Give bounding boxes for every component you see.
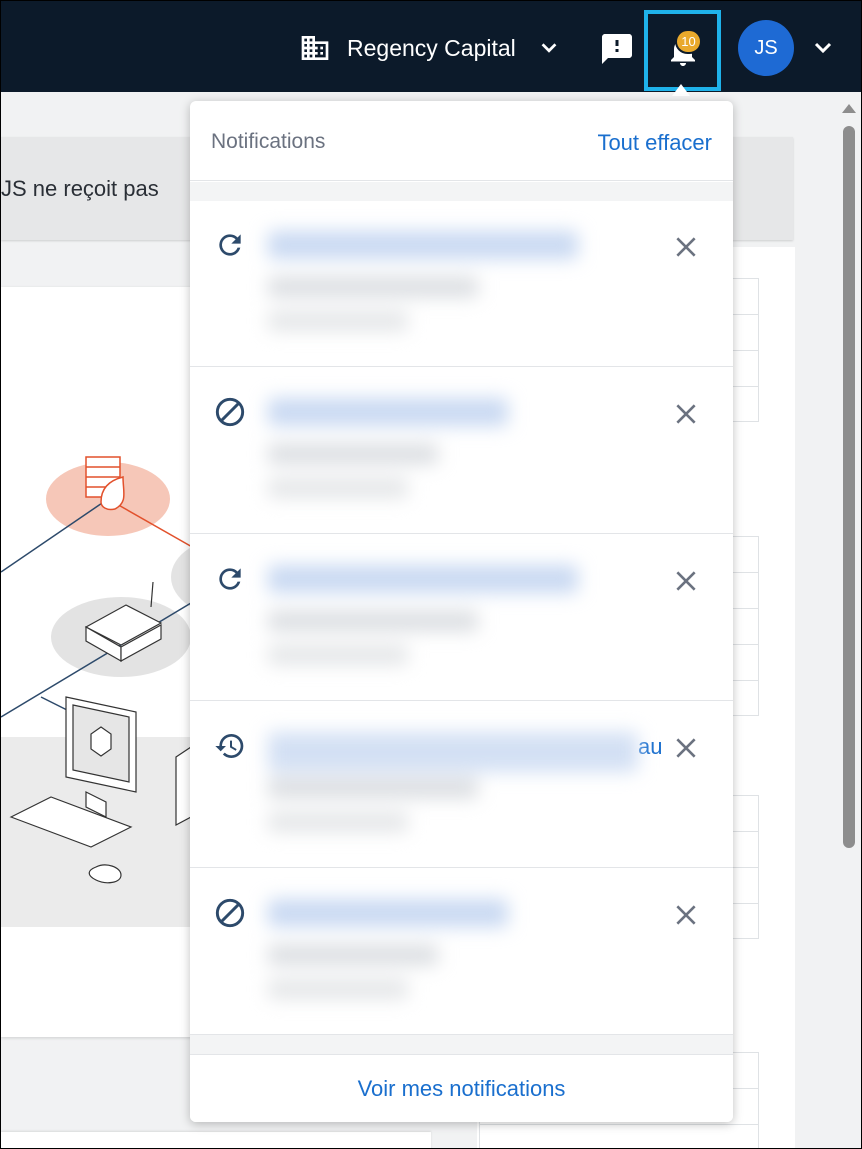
blurred-notification-text [250, 535, 610, 700]
feedback-icon[interactable] [599, 31, 635, 67]
blurred-notification-text [250, 368, 610, 533]
close-icon[interactable] [673, 401, 699, 427]
scrollbar-thumb[interactable] [843, 126, 855, 848]
notification-item[interactable] [190, 535, 733, 701]
blurred-notification-text [250, 702, 640, 867]
top-navigation-bar: Regency Capital 10 JS [1, 1, 861, 92]
refresh-icon [219, 234, 241, 256]
app-window: Regency Capital 10 JS JS ne reçoit pas N… [1, 1, 861, 1148]
account-chevron-down-icon[interactable] [811, 36, 835, 60]
user-avatar[interactable]: JS [738, 20, 794, 76]
clear-all-link[interactable]: Tout effacer [597, 130, 712, 156]
panel-header: Notifications Tout effacer [190, 101, 733, 181]
close-icon[interactable] [673, 234, 699, 260]
close-icon[interactable] [673, 902, 699, 928]
view-all-notifications-link[interactable]: Voir mes notifications [190, 1054, 733, 1122]
history-icon [215, 734, 244, 758]
notification-item[interactable] [190, 201, 733, 367]
chevron-down-icon [541, 43, 557, 53]
scroll-up-arrow[interactable] [842, 104, 856, 113]
page-scrollbar[interactable] [839, 92, 861, 1148]
close-icon[interactable] [673, 735, 699, 761]
block-icon [215, 898, 245, 928]
panel-pointer [672, 84, 690, 96]
close-icon[interactable] [673, 568, 699, 594]
notification-item[interactable] [190, 368, 733, 534]
panel-title: Notifications [211, 130, 326, 153]
organization-selector[interactable]: Regency Capital [299, 28, 560, 68]
notification-count-badge: 10 [675, 29, 702, 54]
blurred-notification-text [250, 201, 610, 366]
notification-item[interactable]: au [190, 702, 733, 868]
lower-card [1, 1132, 431, 1148]
banner-text: JS ne reçoit pas [1, 176, 159, 201]
list-bottom-spacer [190, 1035, 733, 1055]
notification-item[interactable] [190, 869, 733, 1035]
notifications-button[interactable]: 10 [644, 10, 721, 91]
notifications-panel: Notifications Tout effacer au Voir mes n… [190, 101, 733, 1122]
refresh-icon [219, 568, 241, 590]
blurred-notification-text [250, 869, 610, 1034]
list-top-spacer [190, 182, 733, 202]
block-icon [215, 397, 245, 427]
building-icon [301, 36, 329, 60]
truncated-notification-text: au [638, 734, 663, 759]
organization-name: Regency Capital [347, 34, 516, 61]
